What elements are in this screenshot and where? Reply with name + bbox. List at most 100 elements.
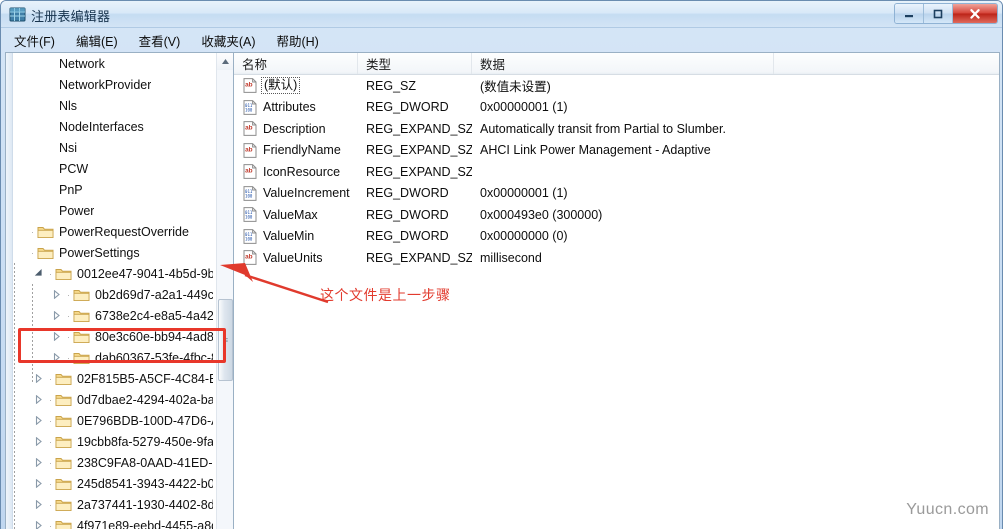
dword-value-icon: 011 100 [242,228,258,244]
table-row[interactable]: ab FriendlyName REG_EXPAND_SZ AHCI Link Pow… [234,140,999,162]
menu-favorites[interactable]: 收藏夹(A) [201,29,264,52]
menu-view[interactable]: 查看(V) [139,29,190,52]
table-row[interactable]: ab IconResource REG_EXPAND_SZ [234,161,999,183]
menu-help[interactable]: 帮助(H) [276,29,327,52]
tree-connector-icon [28,158,37,179]
tree-expander-icon[interactable] [31,263,46,284]
table-row[interactable]: 011 100 ValueMin REG_DWORD 0x00000000 (0) [234,226,999,248]
tree-item[interactable]: · 245d8541-3943-4422-b025 [13,473,213,494]
tree-expander-icon[interactable] [31,431,46,452]
svg-text:100: 100 [245,215,253,220]
tree-item[interactable]: · 238C9FA8-0AAD-41ED-83F [13,452,213,473]
tree-connector-icon: · [49,268,52,279]
table-row[interactable]: ab (默认) REG_SZ (数值未设置) [234,75,999,97]
tree-item[interactable]: NetworkProvider [13,74,213,95]
tree-vertical-scrollbar[interactable]: ≡ [216,53,233,529]
cell-data: 0x00000001 (1) [480,100,568,115]
tree-item[interactable]: Nls [13,95,213,116]
tree-item[interactable]: · PowerSettings [13,242,213,263]
tree-item[interactable]: PnP [13,179,213,200]
table-row[interactable]: 011 100 Attributes REG_DWORD 0x00000001 (1) [234,97,999,119]
tree-item[interactable]: · 02F815B5-A5CF-4C84-BF2 [13,368,213,389]
client-area: Network NetworkProvider Nls NodeInterfaces N… [5,52,1000,529]
tree-item[interactable]: NodeInterfaces [13,116,213,137]
tree-item[interactable]: · 0E796BDB-100D-47D6-A2D [13,410,213,431]
folder-icon-hidden [37,78,54,92]
registry-tree-pane[interactable]: Network NetworkProvider Nls NodeInterfaces N… [5,52,233,529]
tree-connector-icon: · [49,457,52,468]
cell-type: REG_SZ [366,78,417,93]
registry-tree[interactable]: Network NetworkProvider Nls NodeInterfaces N… [13,53,213,529]
cell-name: ab IconResource [234,164,358,180]
cell-type: REG_EXPAND_SZ [366,121,472,136]
maximize-button[interactable] [924,4,953,23]
table-row[interactable]: ab Description REG_EXPAND_SZ Automatically … [234,118,999,140]
tree-item[interactable]: · 19cbb8fa-5279-450e-9fac- [13,431,213,452]
tree-item[interactable]: · 0d7dbae2-4294-402a-ba8 [13,389,213,410]
tree-item-label: 245d8541-3943-4422-b025 [77,476,213,491]
tree-item[interactable]: · 0012ee47-9041-4b5d-9b7 [13,263,213,284]
tree-expander-icon[interactable] [31,515,46,529]
tree-item[interactable]: · 6738e2c4-e8a5-4a42-b [13,305,213,326]
cell-name: 011 100 Attributes [234,99,358,115]
close-button[interactable] [953,4,997,23]
menu-edit[interactable]: 编辑(E) [76,29,127,52]
tree-connector-icon [28,53,37,74]
tree-expander-icon[interactable] [31,410,46,431]
tree-item[interactable]: Power [13,200,213,221]
tree-item-label: 0b2d69d7-a2a1-449c-9 [95,287,213,302]
column-header-name[interactable]: 名称 [234,53,358,74]
tree-connector-icon: · [49,520,52,529]
tree-item[interactable]: · 4f971e89-eebd-4455-a8de [13,515,213,529]
tree-item[interactable]: Network [13,53,213,74]
column-header-type[interactable]: 类型 [358,53,472,74]
value-name-text: (默认) [261,77,301,95]
tree-expander-icon[interactable] [31,452,46,473]
tree-expander-icon [13,137,28,158]
tree-expander-icon[interactable] [49,284,64,305]
tree-connector-icon [28,74,37,95]
tree-expander-icon [13,116,28,137]
minimize-button[interactable] [895,4,924,23]
column-header-data[interactable]: 数据 [472,53,774,74]
annotation-highlight-box [18,328,226,363]
tree-connector-icon: · [49,436,52,447]
list-body[interactable]: ab (默认) REG_SZ (数值未设置) 011 100 Attributes REG_D… [234,75,999,269]
svg-text:100: 100 [245,236,253,241]
table-row[interactable]: 011 100 ValueIncrement REG_DWORD 0x00000001 … [234,183,999,205]
tree-expander-icon [13,158,28,179]
tree-connector-icon [28,137,37,158]
tree-item-label: Network [59,56,105,71]
folder-icon [55,372,72,386]
menu-file[interactable]: 文件(F) [14,29,64,52]
tree-connector-icon: · [49,394,52,405]
tree-guide-line [14,263,15,529]
tree-expander-icon[interactable] [31,368,46,389]
tree-item-label: PnP [59,182,83,197]
folder-icon [55,267,72,281]
tree-expander-icon[interactable] [49,305,64,326]
folder-icon [55,498,72,512]
tree-expander-icon[interactable] [31,389,46,410]
scroll-up-arrow-icon[interactable] [217,53,233,70]
folder-icon [73,309,90,323]
tree-expander-icon [13,179,28,200]
table-row[interactable]: ab ValueUnits REG_EXPAND_SZ millisecond [234,247,999,269]
tree-expander-icon[interactable] [31,473,46,494]
svg-text:ab: ab [245,146,253,153]
value-name-text: ValueUnits [263,250,323,265]
tree-item[interactable]: · PowerRequestOverride [13,221,213,242]
list-header: 名称 类型 数据 [234,53,999,75]
tree-item[interactable]: Nsi [13,137,213,158]
folder-icon-hidden [37,120,54,134]
tree-item[interactable]: PCW [13,158,213,179]
tree-item[interactable]: · 2a737441-1930-4402-8d77 [13,494,213,515]
svg-text:ab: ab [245,254,253,261]
tree-left-gutter [6,53,13,529]
title-bar[interactable]: 注册表编辑器 [1,1,1002,28]
tree-item[interactable]: · 0b2d69d7-a2a1-449c-9 [13,284,213,305]
tree-expander-icon[interactable] [31,494,46,515]
column-header-filler[interactable] [774,53,999,74]
table-row[interactable]: 011 100 ValueMax REG_DWORD 0x000493e0 (30000… [234,204,999,226]
tree-expander-icon [13,242,28,263]
